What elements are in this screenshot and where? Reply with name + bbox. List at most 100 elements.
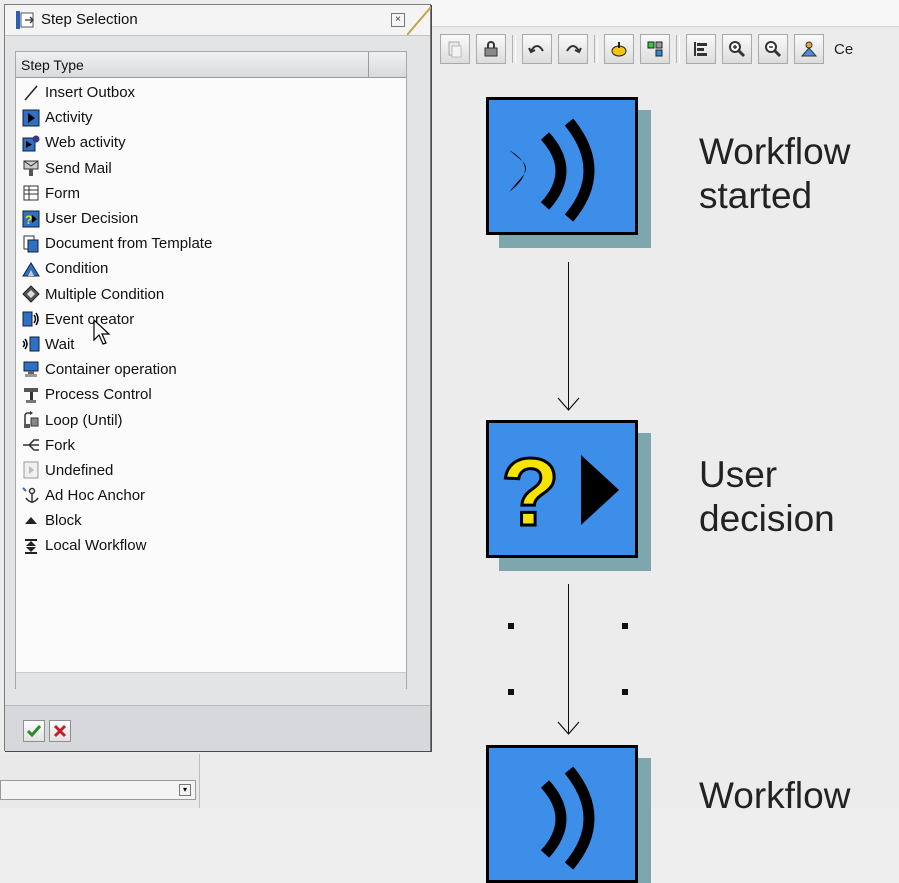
- ellipsis-dot: [508, 623, 514, 629]
- step-item-block[interactable]: Block: [22, 508, 212, 533]
- checkmark-icon: [26, 725, 42, 738]
- step-item-fork[interactable]: Fork: [22, 433, 212, 458]
- dropdown-field[interactable]: ▾: [0, 780, 196, 800]
- lock-button[interactable]: [476, 34, 506, 64]
- send-mail-icon: [23, 160, 39, 177]
- step-item-insert-outbox[interactable]: Insert Outbox: [22, 80, 212, 105]
- connector-1: [568, 262, 569, 410]
- structure-button[interactable]: [640, 34, 670, 64]
- step-item-label: Block: [45, 512, 82, 530]
- cancel-button[interactable]: [49, 720, 71, 742]
- zoom-out-icon: [765, 41, 782, 58]
- close-button[interactable]: ×: [391, 13, 405, 27]
- step-item-process-control[interactable]: Process Control: [22, 382, 212, 407]
- undo-icon: [528, 45, 544, 54]
- workflow-start-node[interactable]: [486, 97, 638, 235]
- process-control-icon: [24, 387, 38, 403]
- layout-icon: [694, 42, 707, 56]
- redo-button[interactable]: [558, 34, 588, 64]
- dropdown-icon[interactable]: ▾: [179, 784, 191, 796]
- dialog-titlebar[interactable]: Step Selection ×: [5, 5, 431, 36]
- workflow-start-label: Workflow started: [699, 131, 851, 216]
- list-header[interactable]: Step Type: [16, 52, 406, 78]
- step-item-undefined[interactable]: Undefined: [22, 458, 212, 483]
- step-item-label: Multiple Condition: [45, 285, 165, 303]
- zoom-in-button[interactable]: [722, 34, 752, 64]
- web-activity-icon: [22, 135, 40, 152]
- step-item-label: Form: [45, 184, 80, 202]
- toolbar-separator: [594, 35, 598, 63]
- user-decision-icon: ?: [22, 210, 40, 228]
- paste-icon: [448, 41, 462, 58]
- form-icon: [23, 185, 39, 201]
- step-item-user-decision[interactable]: ? User Decision: [22, 206, 212, 231]
- top-bar: [430, 0, 899, 27]
- ellipsis-dot: [622, 623, 628, 629]
- step-item-label: Event creator: [45, 310, 135, 328]
- step-item-loop-until[interactable]: Loop (Until): [22, 407, 212, 432]
- step-selection-title-icon: [16, 11, 34, 29]
- zoom-out-button[interactable]: [758, 34, 788, 64]
- activate-button[interactable]: [604, 34, 634, 64]
- step-item-condition[interactable]: Condition: [22, 256, 212, 281]
- step-item-label: Loop (Until): [45, 411, 123, 429]
- step-item-document-from-template[interactable]: Document from Template: [22, 231, 212, 256]
- step-item-container-operation[interactable]: Container operation: [22, 357, 212, 382]
- arrow-head-1: [557, 397, 580, 411]
- step-item-label: Document from Template: [45, 235, 213, 253]
- close-icon: ×: [395, 14, 401, 25]
- local-workflow-icon: [25, 538, 37, 554]
- overview-button[interactable]: [794, 34, 824, 64]
- dialog-title: Step Selection: [41, 11, 138, 28]
- step-item-ad-hoc-anchor[interactable]: Ad Hoc Anchor: [22, 483, 212, 508]
- undo-button[interactable]: [522, 34, 552, 64]
- dialog-footer: [5, 705, 430, 751]
- toolbar-separator: [512, 35, 516, 63]
- line-icon: [24, 85, 38, 101]
- mouse-pointer-icon: [93, 318, 111, 345]
- condition-icon: [22, 261, 40, 277]
- step-item-multiple-condition[interactable]: Multiple Condition: [22, 282, 212, 307]
- paste-button[interactable]: [440, 34, 470, 64]
- workflow-node-3-label: Workflow: [699, 775, 851, 816]
- overview-icon: [800, 41, 818, 57]
- step-item-local-workflow[interactable]: Local Workflow: [22, 533, 212, 558]
- step-item-send-mail[interactable]: Send Mail: [22, 156, 212, 181]
- ellipsis-dot: [622, 689, 628, 695]
- step-item-form[interactable]: Form: [22, 181, 212, 206]
- user-decision-icon: ?: [500, 438, 619, 548]
- step-item-label: User Decision: [45, 210, 139, 228]
- svg-text:?: ?: [501, 439, 560, 546]
- step-item-web-activity[interactable]: Web activity: [22, 130, 212, 155]
- toolbar-partial-label: Ce: [834, 40, 854, 58]
- lower-left-panel: ▾: [0, 754, 200, 808]
- step-type-items: Insert Outbox Activity Web activity Send…: [22, 80, 212, 559]
- ad-hoc-anchor-icon: [22, 486, 39, 503]
- workflow-start-icon: [509, 118, 595, 222]
- activity-icon: [22, 109, 40, 127]
- user-decision-node[interactable]: ?: [486, 420, 638, 558]
- step-item-label: Ad Hoc Anchor: [45, 487, 146, 505]
- list-horizontal-scrollbar[interactable]: [16, 672, 406, 689]
- redo-icon: [566, 45, 582, 54]
- resize-corner-icon: [407, 7, 431, 35]
- step-item-label: Container operation: [45, 361, 177, 379]
- document-template-icon: [23, 235, 39, 253]
- step-item-event-creator[interactable]: Event creator: [22, 307, 212, 332]
- step-item-label: Web activity: [45, 134, 126, 152]
- cancel-x-icon: [53, 724, 67, 738]
- step-item-wait[interactable]: Wait: [22, 332, 212, 357]
- workflow-node-3[interactable]: [486, 745, 638, 883]
- step-item-label: Fork: [45, 436, 75, 454]
- confirm-button[interactable]: [23, 720, 45, 742]
- lock-icon: [484, 41, 498, 57]
- arrow-head-2: [557, 721, 580, 735]
- toolbar-separator: [676, 35, 680, 63]
- block-icon: [25, 516, 37, 524]
- undefined-icon: [23, 461, 39, 479]
- ellipsis-dot: [508, 689, 514, 695]
- step-item-label: Insert Outbox: [45, 84, 136, 102]
- step-item-activity[interactable]: Activity: [22, 105, 212, 130]
- step-item-label: Send Mail: [45, 159, 112, 177]
- layout-button[interactable]: [686, 34, 716, 64]
